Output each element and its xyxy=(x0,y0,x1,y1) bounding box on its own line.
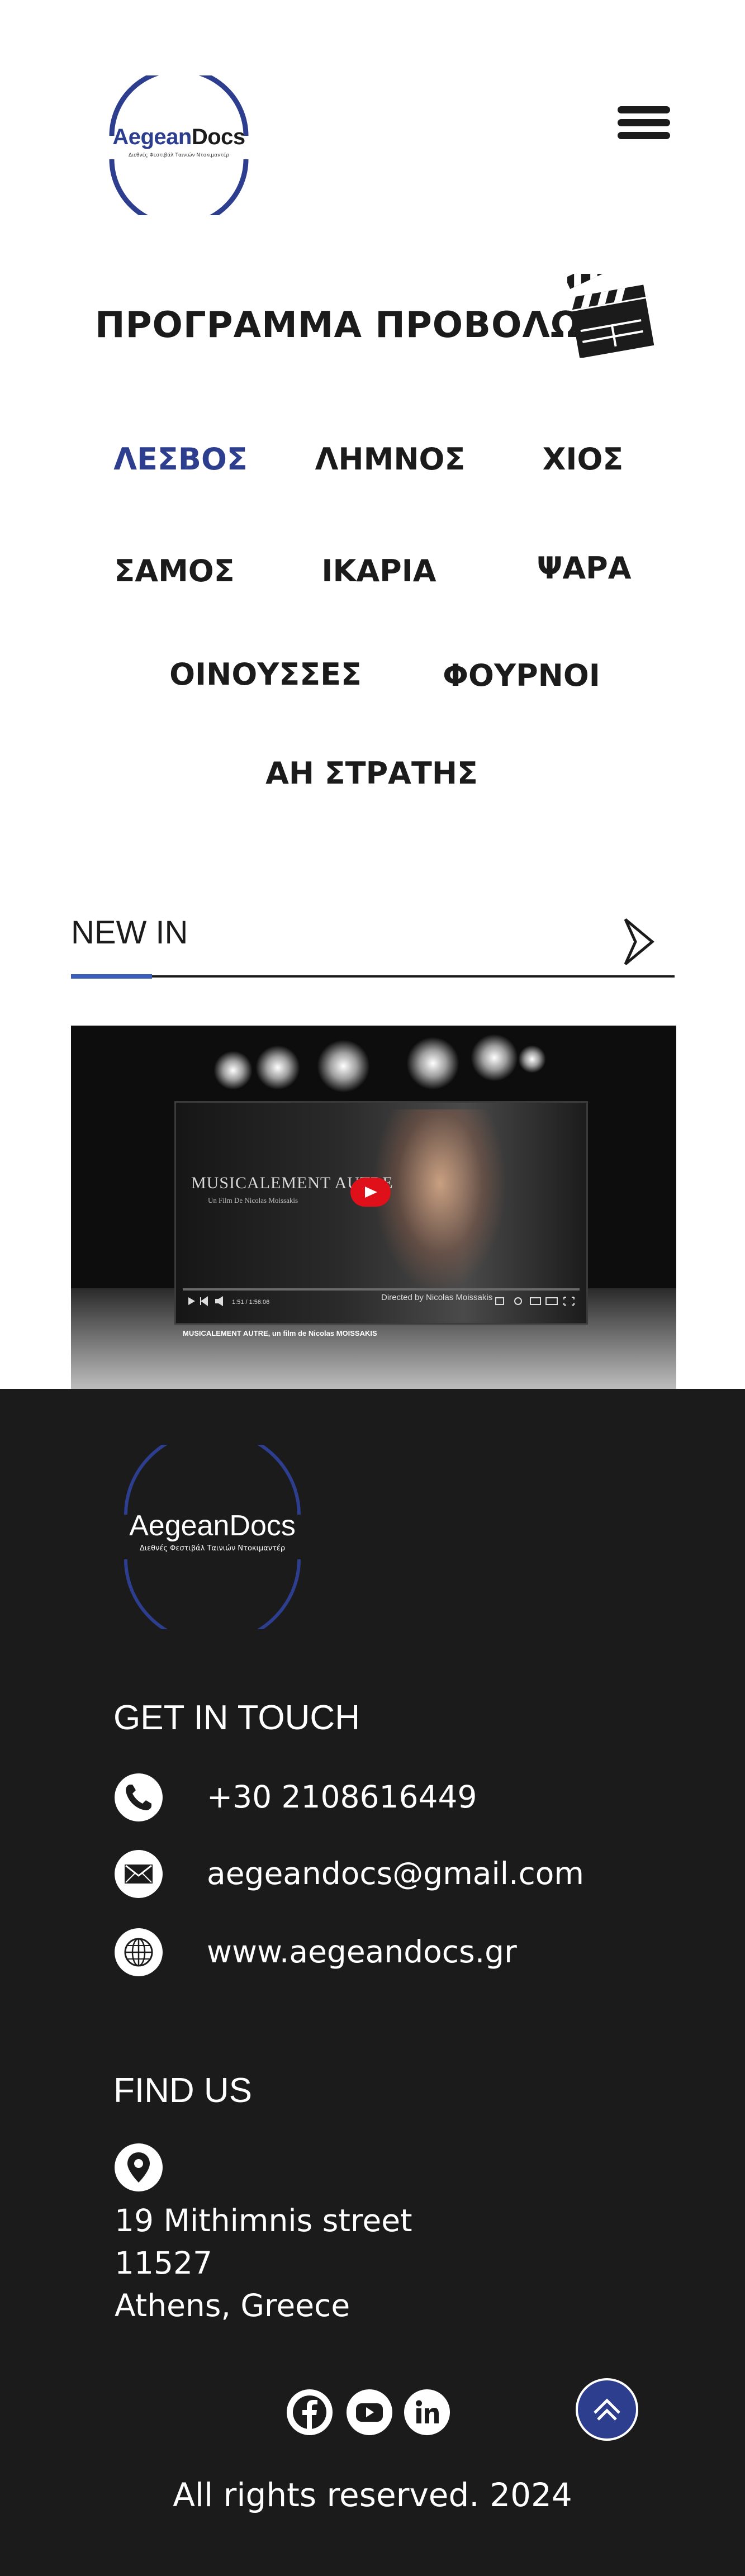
youtube-icon[interactable] xyxy=(347,2389,392,2435)
address-block: 19 Mithimnis street 11527 Athens, Greece xyxy=(115,2199,412,2327)
video-time: 1:51 / 1:56:06 xyxy=(232,1299,269,1306)
phone-link[interactable]: +30 2108616449 xyxy=(207,1779,477,1815)
island-tab-samos[interactable]: ΣΑΜΟΣ xyxy=(114,553,234,589)
logo-wordmark: AegeanDocs xyxy=(112,125,245,149)
linkedin-icon[interactable] xyxy=(404,2389,450,2435)
footer-logo-tagline: Διεθνές Φεστιβάλ Ταινιών Ντοκιμαντέρ xyxy=(139,1544,286,1553)
phone-icon xyxy=(115,1773,163,1821)
stage-light xyxy=(317,1040,370,1093)
phone-row: +30 2108616449 xyxy=(115,1773,673,1821)
video-progress-bar[interactable] xyxy=(183,1288,580,1291)
envelope-icon xyxy=(115,1850,163,1898)
email-row: aegeandocs@gmail.com xyxy=(115,1850,673,1898)
program-title: ΠΡΟΓΡΑΜΜΑ ΠΡΟΒΟΛΩΝ xyxy=(95,305,612,346)
island-tab-lesvos[interactable]: ΛΕΣΒΟΣ xyxy=(113,442,248,477)
island-tab-ikaria[interactable]: ΙΚΑΡΙΑ xyxy=(321,553,436,589)
stage-light xyxy=(406,1037,459,1090)
email-link[interactable]: aegeandocs@gmail.com xyxy=(207,1856,584,1891)
island-tab-limnos[interactable]: ΛΗΜΝΟΣ xyxy=(315,442,466,477)
video-directed-by: Directed by Nicolas Moissakis xyxy=(381,1293,493,1302)
video-caption: MUSICALEMENT AUTRE, un film de Nicolas M… xyxy=(183,1329,377,1337)
site-footer: AegeanDocs Διεθνές Φεστιβάλ Ταινιών Ντοκ… xyxy=(0,1389,745,2576)
address-street: 19 Mithimnis street xyxy=(115,2203,412,2238)
stage-light xyxy=(255,1045,300,1090)
new-in-section-header: NEW IN xyxy=(71,905,675,979)
website-link[interactable]: www.aegeandocs.gr xyxy=(207,1934,517,1970)
footer-logo-wordmark: AegeanDocs xyxy=(129,1510,296,1542)
video-subtitle: Un Film De Nicolas Moissakis xyxy=(208,1196,298,1204)
stage-light xyxy=(213,1051,253,1090)
new-in-accent-bar xyxy=(71,974,152,979)
island-tab-psara[interactable]: ΨΑΡΑ xyxy=(537,551,631,586)
clapperboard-icon xyxy=(564,246,657,359)
play-button-icon[interactable] xyxy=(350,1178,391,1207)
aegeandocs-logo[interactable]: AegeanDocs Διεθνές Φεστιβάλ Ταινιών Ντοκ… xyxy=(106,75,252,215)
hamburger-menu-icon[interactable] xyxy=(618,106,670,140)
chevron-right-icon[interactable] xyxy=(619,914,663,970)
location-pin-icon xyxy=(115,2143,163,2191)
find-us-heading: FIND US xyxy=(113,2071,252,2110)
facebook-icon[interactable] xyxy=(287,2389,333,2435)
island-tab-fournoi[interactable]: ΦΟΥΡΝΟΙ xyxy=(443,658,600,693)
performer-figure xyxy=(373,1109,507,1294)
new-in-divider xyxy=(71,975,675,978)
stage-light xyxy=(471,1034,518,1081)
double-chevron-up-icon xyxy=(594,2398,620,2421)
get-in-touch-heading: GET IN TOUCH xyxy=(113,1699,360,1737)
address-city: Athens, Greece xyxy=(115,2288,350,2323)
website-row: www.aegeandocs.gr xyxy=(115,1928,673,1976)
site-header: AegeanDocs Διεθνές Φεστιβάλ Ταινιών Ντοκ… xyxy=(0,0,745,246)
island-tab-oinousses[interactable]: ΟΙΝΟΥΣΣΕΣ xyxy=(169,657,362,692)
island-tab-ai-stratis[interactable]: ΑΗ ΣΤΡΑΤΗΣ xyxy=(265,756,478,791)
logo-tagline: Διεθνές Φεστιβάλ Ταινιών Ντοκιμαντέρ xyxy=(128,153,230,158)
footer-logo[interactable]: AegeanDocs Διεθνές Φεστιβάλ Ταινιών Ντοκ… xyxy=(112,1445,313,1629)
copyright-text: All rights reserved. 2024 xyxy=(173,2476,572,2514)
globe-icon xyxy=(115,1928,163,1976)
stage-light xyxy=(518,1045,546,1073)
video-embed[interactable]: MUSICALEMENT AUTRE Un Film De Nicolas Mo… xyxy=(71,1026,676,1389)
address-postcode: 11527 xyxy=(115,2245,212,2281)
island-tab-chios[interactable]: ΧΙΟΣ xyxy=(543,442,624,477)
new-in-label: NEW IN xyxy=(71,914,188,951)
back-to-top-button[interactable] xyxy=(576,2378,638,2441)
